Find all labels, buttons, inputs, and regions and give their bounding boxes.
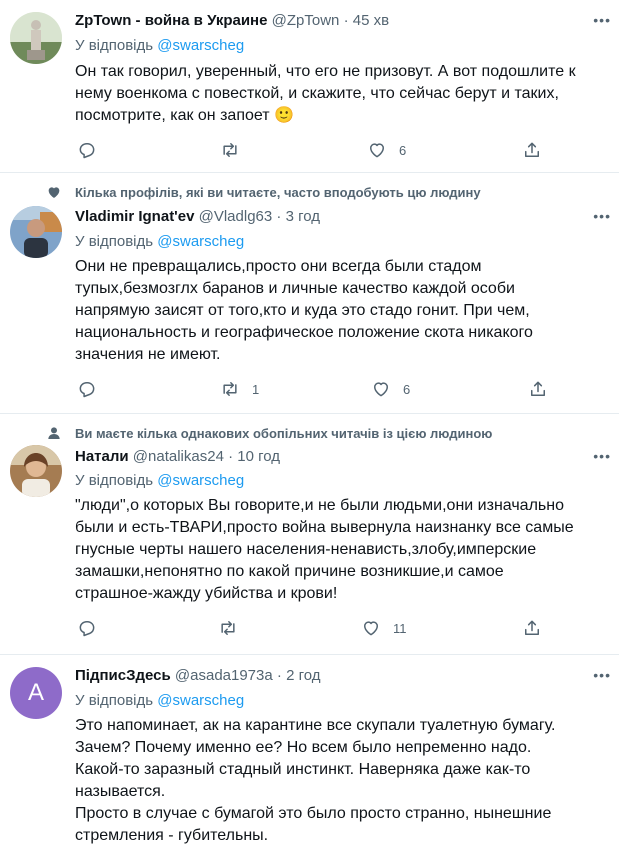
- author-name[interactable]: Натали: [75, 448, 129, 465]
- more-options-icon[interactable]: •••: [593, 12, 611, 28]
- reply-to-line: У відповідь @swarscheg: [75, 472, 244, 489]
- tweet-text: Они не превращались,просто они всегда бы…: [75, 258, 533, 363]
- separator-dot: ·: [343, 12, 349, 29]
- like-count: 11: [393, 620, 407, 636]
- heart-icon: [364, 621, 378, 636]
- share-icon: [525, 620, 539, 635]
- timestamp[interactable]: 3 год: [286, 208, 320, 225]
- tweet-text: "люди",о которых Вы говорите,и не были л…: [75, 497, 574, 602]
- reply-prefix: У відповідь: [75, 472, 154, 489]
- like-button[interactable]: 11: [361, 617, 407, 639]
- retweet-icon: [223, 382, 237, 396]
- avatar[interactable]: A: [10, 667, 62, 719]
- tweet-header: Vladimir Ignat'ev @Vladlg63 · 3 год: [75, 208, 320, 225]
- social-context: Ви маєте кілька однакових обопільних чит…: [75, 426, 493, 441]
- author-name[interactable]: Vladimir Ignat'ev: [75, 208, 194, 225]
- more-options-icon[interactable]: •••: [593, 208, 611, 224]
- reply-icon: [79, 621, 95, 637]
- author-handle[interactable]: @ZpTown: [272, 12, 340, 29]
- reply-prefix: У відповідь: [75, 233, 154, 250]
- retweet-icon: [223, 143, 237, 157]
- author-name[interactable]: ПідписЗдесь: [75, 667, 171, 684]
- timestamp[interactable]: 2 год: [286, 667, 320, 684]
- author-handle[interactable]: @natalikas24: [133, 448, 224, 465]
- author-handle[interactable]: @asada1973a: [175, 667, 273, 684]
- retweet-icon: [221, 621, 235, 635]
- author-handle[interactable]: @Vladlg63: [199, 208, 273, 225]
- tweet-text: Это напоминает, ак на карантине все скуп…: [75, 717, 556, 844]
- tweet-header: ZpTown - война в Украине @ZpTown · 45 хв: [75, 12, 389, 29]
- avatar[interactable]: [10, 445, 62, 497]
- share-icon: [525, 142, 539, 157]
- reply-mention-link[interactable]: @swarscheg: [157, 472, 244, 489]
- reply-prefix: У відповідь: [75, 692, 154, 709]
- retweet-count: 1: [252, 381, 260, 397]
- action-bar: 1 6: [75, 378, 545, 400]
- person-icon: [48, 427, 60, 439]
- reply-button[interactable]: [77, 378, 109, 400]
- avatar[interactable]: [10, 206, 62, 258]
- reply-mention-link[interactable]: @swarscheg: [157, 37, 244, 54]
- separator-dot: ·: [228, 448, 234, 465]
- separator-dot: ·: [276, 208, 282, 225]
- retweet-button[interactable]: [218, 617, 250, 639]
- separator-dot: ·: [276, 667, 282, 684]
- reply-to-line: У відповідь @swarscheg: [75, 233, 244, 250]
- heart-icon: [370, 143, 384, 158]
- reply-icon: [79, 382, 95, 398]
- heart-filled-icon: [48, 187, 60, 198]
- reply-button[interactable]: [77, 617, 109, 639]
- action-bar: 6: [75, 139, 545, 161]
- more-options-icon[interactable]: •••: [593, 667, 611, 683]
- social-context: Кілька профілів, які ви читаєте, часто в…: [75, 185, 481, 200]
- tweet-text: Он так говорил, уверенный, что его не пр…: [75, 63, 576, 124]
- statue-avatar-image: [10, 12, 62, 64]
- tweet-2[interactable]: Кілька профілів, які ви читаєте, часто в…: [0, 173, 619, 414]
- like-button[interactable]: 6: [367, 139, 406, 161]
- avatar[interactable]: [10, 12, 62, 64]
- retweet-button[interactable]: 1: [220, 378, 259, 400]
- tweet-3[interactable]: Ви маєте кілька однакових обопільних чит…: [0, 414, 619, 655]
- action-bar: 11: [75, 617, 545, 639]
- reply-button[interactable]: [77, 139, 109, 161]
- tweet-header: Натали @natalikas24 · 10 год: [75, 448, 280, 465]
- person-avatar-image: [10, 445, 62, 497]
- reply-mention-link[interactable]: @swarscheg: [157, 233, 244, 250]
- share-icon: [531, 381, 545, 396]
- like-count: 6: [399, 142, 407, 158]
- person-avatar-image: [10, 206, 62, 258]
- timestamp[interactable]: 45 хв: [353, 12, 389, 29]
- reply-to-line: У відповідь @swarscheg: [75, 692, 244, 709]
- tweet-1[interactable]: ZpTown - война в Украине @ZpTown · 45 хв…: [0, 0, 619, 173]
- timestamp[interactable]: 10 год: [237, 448, 280, 465]
- reply-prefix: У відповідь: [75, 37, 154, 54]
- share-button[interactable]: [522, 139, 542, 161]
- reply-icon: [79, 143, 95, 159]
- heart-icon: [374, 382, 388, 397]
- like-count: 6: [403, 381, 411, 397]
- more-options-icon[interactable]: •••: [593, 448, 611, 464]
- share-button[interactable]: [522, 617, 542, 639]
- like-button[interactable]: 6: [371, 378, 410, 400]
- reply-to-line: У відповідь @swarscheg: [75, 37, 244, 54]
- tweet-header: ПідписЗдесь @asada1973a · 2 год: [75, 667, 320, 684]
- reply-mention-link[interactable]: @swarscheg: [157, 692, 244, 709]
- share-button[interactable]: [528, 378, 548, 400]
- tweet-4[interactable]: A ПідписЗдесь @asada1973a · 2 год ••• У …: [0, 655, 619, 853]
- retweet-button[interactable]: [220, 139, 252, 161]
- author-name[interactable]: ZpTown - война в Украине: [75, 12, 267, 29]
- avatar-letter: A: [27, 679, 44, 706]
